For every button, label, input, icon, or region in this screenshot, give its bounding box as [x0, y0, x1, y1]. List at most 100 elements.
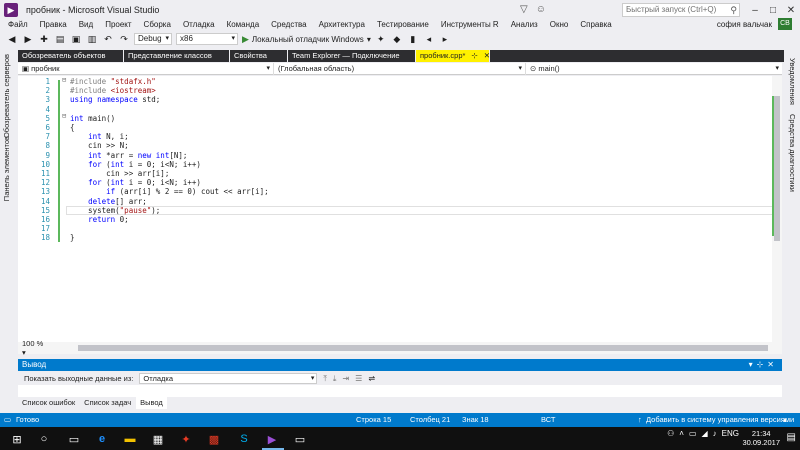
menu-view[interactable]: Вид — [73, 20, 99, 29]
code-line[interactable]: #include "stdafx.h" — [70, 77, 156, 86]
code-line[interactable]: int N, i; — [70, 132, 129, 141]
search-icon[interactable]: ○ — [36, 431, 52, 447]
collapse-icon[interactable]: ⊟ — [62, 112, 66, 120]
scope-dropdown[interactable]: (Глобальная область) ▾ — [274, 63, 526, 75]
menu-edit[interactable]: Правка — [34, 20, 73, 29]
tab-properties[interactable]: Свойства — [230, 50, 288, 62]
source-control-button[interactable]: Добавить в систему управления версиями — [646, 413, 794, 427]
code-line[interactable]: delete[] arr; — [70, 197, 147, 206]
menu-analyze[interactable]: Анализ — [505, 20, 544, 29]
code-line[interactable]: for (int i = 0; i<N; i++) — [70, 160, 201, 169]
code-line[interactable]: if (arr[i] % 2 == 0) cout << arr[i]; — [70, 187, 269, 196]
taskbar-clock[interactable]: 21:34 30.09.2017 — [742, 429, 780, 447]
search-icon[interactable]: ⚲ — [730, 4, 737, 16]
menu-project[interactable]: Проект — [99, 20, 137, 29]
battery-icon[interactable]: ▭ — [689, 429, 697, 438]
code-line[interactable]: #include <iostream> — [70, 86, 156, 95]
visual-studio-taskbar-icon[interactable]: ▶ — [264, 431, 280, 447]
volume-icon[interactable]: ♪ — [713, 429, 717, 438]
task-view-icon[interactable]: ▭ — [66, 431, 82, 447]
output-panel-title[interactable]: Вывод ▾⊹✕ — [18, 359, 782, 371]
collapse-icon[interactable]: ⊟ — [62, 76, 66, 84]
menu-debug[interactable]: Отладка — [177, 20, 221, 29]
save-all-icon[interactable]: ▥ — [86, 34, 98, 45]
redo-icon[interactable]: ↷ — [118, 34, 130, 45]
language-indicator[interactable]: ENG — [722, 429, 739, 438]
word-wrap-icon[interactable]: ⇌ — [368, 374, 375, 383]
toolbox-tab[interactable]: Панель элементов — [2, 136, 11, 201]
code-line[interactable]: using namespace std; — [70, 95, 160, 104]
output-source-select[interactable]: Отладка ▾ — [139, 373, 318, 384]
pin-icon[interactable]: ⊹ — [471, 50, 477, 62]
solution-config-select[interactable]: Debug ▾ — [134, 33, 172, 45]
save-icon[interactable]: ▣ — [70, 34, 82, 45]
next-bookmark-icon[interactable]: ▸ — [439, 34, 451, 45]
menu-architecture[interactable]: Архитектура — [313, 20, 371, 29]
scrollbar-thumb[interactable] — [774, 96, 780, 241]
toggle-bookmark-icon[interactable]: ▮ — [407, 34, 419, 45]
tab-task-list[interactable]: Список задач — [80, 397, 136, 409]
code-line[interactable]: int *arr = new int[N]; — [70, 151, 187, 160]
zoom-dropdown[interactable]: 100 % ▾ — [18, 339, 52, 357]
chevron-down-icon[interactable]: ▾ — [749, 360, 757, 369]
horizontal-scrollbar-thumb[interactable] — [78, 345, 768, 351]
windows-start-icon[interactable]: ⊞ — [9, 431, 25, 447]
feedback-icon[interactable]: ☺ — [536, 4, 546, 15]
vertical-scrollbar[interactable] — [772, 76, 782, 342]
tab-object-browser[interactable]: Обозреватель объектов — [18, 50, 124, 62]
member-dropdown[interactable]: ⊙ main() ▾ — [526, 63, 782, 75]
diagnostic-tools-tab[interactable]: Средства диагностики — [788, 114, 797, 192]
network-icon[interactable]: ◢ — [702, 429, 708, 438]
skype-icon[interactable]: S — [236, 431, 252, 447]
tab-active-document[interactable]: пробник.cpp* ⊹ ✕ — [416, 50, 490, 62]
quick-launch-input[interactable]: Быстрый запуск (Ctrl+Q) ⚲ — [622, 3, 740, 17]
tab-class-view[interactable]: Представление классов — [124, 50, 230, 62]
filter-icon[interactable]: ▽ — [520, 4, 528, 15]
menu-team[interactable]: Команда — [221, 20, 266, 29]
server-explorer-tab[interactable]: Обозреватель серверов — [2, 54, 11, 138]
menu-help[interactable]: Справка — [574, 20, 617, 29]
people-icon[interactable]: ⚇ — [667, 429, 674, 438]
solution-platform-select[interactable]: x86 ▾ — [176, 33, 238, 45]
notifications-icon[interactable]: ▤ — [787, 432, 796, 443]
file-explorer-icon[interactable]: ▬ — [122, 431, 138, 447]
menu-r-tools[interactable]: Инструменты R — [435, 20, 505, 29]
tab-output[interactable]: Вывод — [136, 397, 167, 409]
open-folder-icon[interactable]: ▤ — [54, 34, 66, 45]
start-debugging-button[interactable]: ▶ Локальный отладчик Windows ▾ — [242, 34, 371, 45]
code-line[interactable]: { — [70, 123, 75, 132]
yandex-browser-icon[interactable] — [296, 431, 312, 447]
chevron-up-icon[interactable]: ▴ — [783, 413, 787, 427]
app-red-icon[interactable]: ✦ — [178, 431, 194, 447]
close-icon[interactable]: ✕ — [767, 360, 778, 369]
prev-bookmark-icon[interactable]: ◂ — [423, 34, 435, 45]
code-line[interactable]: system("pause"); — [70, 206, 160, 215]
code-editor[interactable]: 1 2 3 4 5 6 7 8 9 10 11 12 13 14 15 16 17 18 ⊟ ⊟ #include… — [18, 76, 782, 342]
menu-build[interactable]: Сборка — [138, 20, 177, 29]
code-line[interactable]: return 0; — [70, 215, 129, 224]
chevron-up-icon[interactable]: ˄ — [679, 429, 684, 438]
code-line[interactable]: cin >> N; — [70, 141, 129, 150]
clear-all-icon[interactable]: ☰ — [355, 374, 362, 383]
menu-test[interactable]: Тестирование — [371, 20, 435, 29]
bookmark-icon[interactable]: ✦ — [375, 34, 387, 45]
code-line[interactable]: int main() — [70, 114, 115, 123]
next-message-icon[interactable]: ⇥ — [342, 374, 349, 383]
pin-icon[interactable]: ⊹ — [757, 360, 768, 369]
new-project-icon[interactable]: ✚ — [38, 34, 50, 45]
menu-file[interactable]: Файл — [0, 20, 34, 29]
attach-icon[interactable]: ◆ — [391, 34, 403, 45]
store-icon[interactable]: ▦ — [150, 431, 166, 447]
menu-window[interactable]: Окно — [544, 20, 575, 29]
notifications-tab[interactable]: Уведомления — [788, 58, 797, 105]
project-dropdown[interactable]: ▣ пробник ▾ — [18, 63, 274, 75]
back-icon[interactable]: ◀ — [6, 34, 18, 45]
edge-browser-icon[interactable]: e — [94, 431, 110, 447]
code-line[interactable]: for (int i = 0; i<N; i++) — [70, 178, 201, 187]
forward-icon[interactable]: ▶ — [22, 34, 34, 45]
app-grid-icon[interactable]: ▩ — [206, 431, 222, 447]
code-line[interactable]: } — [70, 233, 75, 242]
find-message-icon[interactable]: ⤒ — [323, 374, 327, 384]
user-account[interactable]: софия вальчак CB — [717, 17, 792, 31]
output-text-area[interactable] — [18, 385, 782, 397]
